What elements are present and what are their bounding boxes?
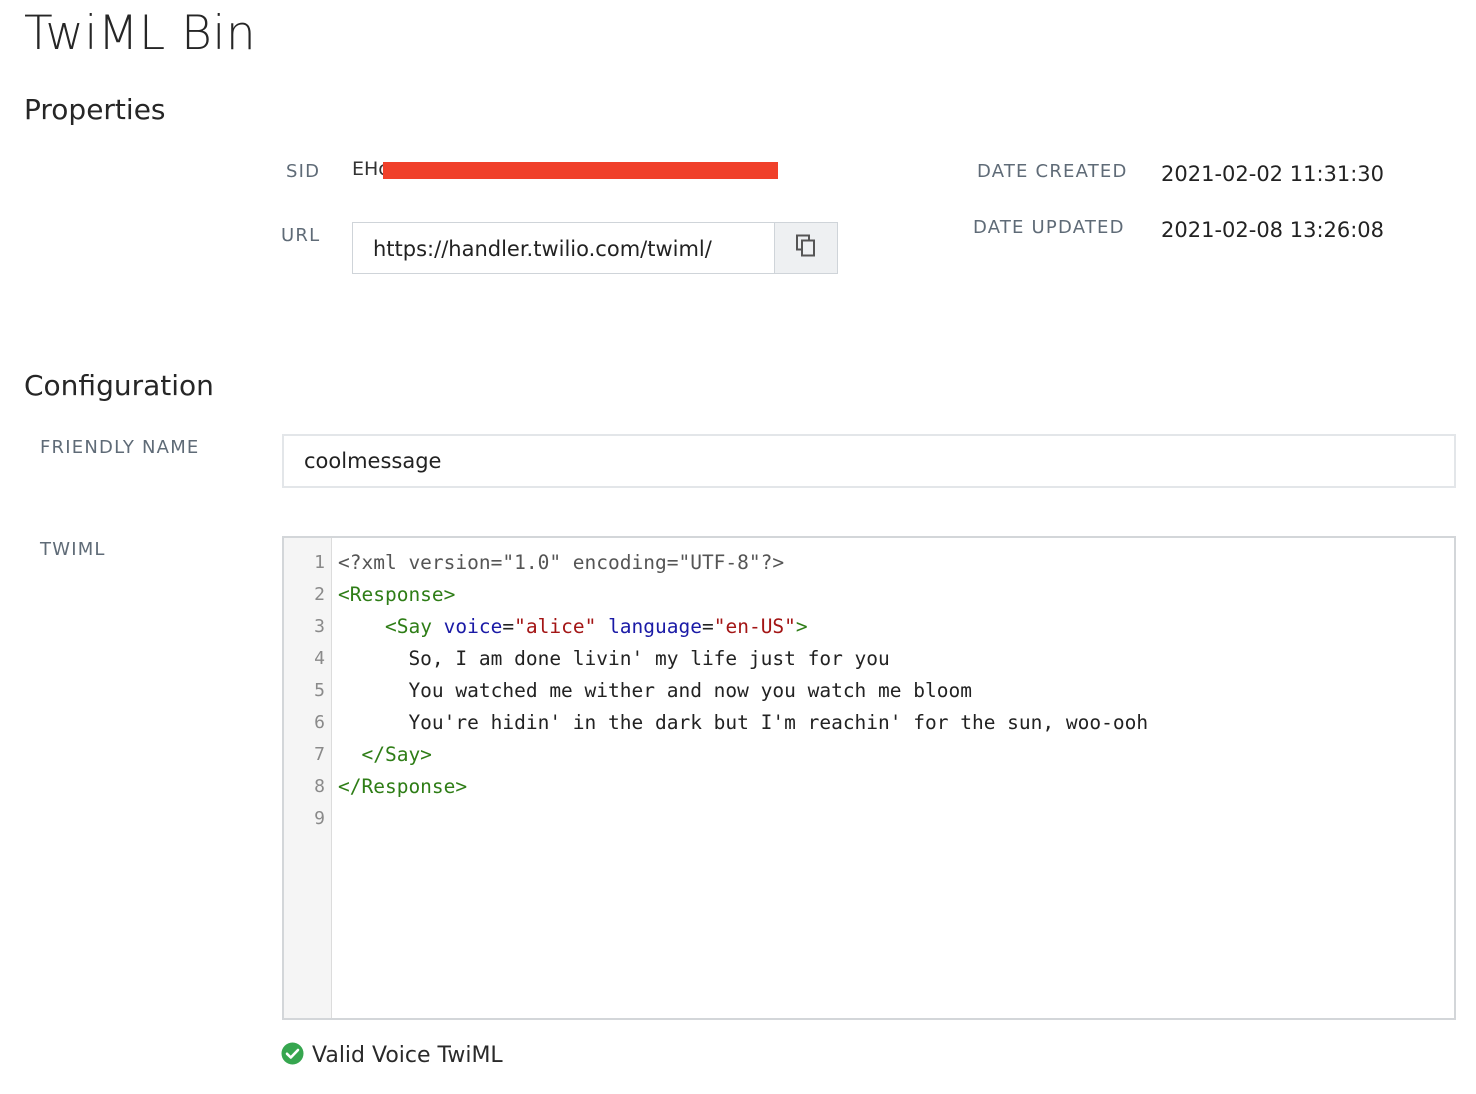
- line-number: 2: [314, 584, 325, 605]
- twiml-label: TWIML: [40, 539, 106, 560]
- url-value[interactable]: https://handler.twilio.com/twiml/: [353, 223, 774, 273]
- url-field: https://handler.twilio.com/twiml/: [352, 222, 838, 274]
- code-token: So, I am done livin' my life just for yo…: [338, 647, 890, 670]
- code-token: voice: [443, 615, 503, 638]
- friendly-name-input[interactable]: [282, 434, 1456, 488]
- line-number: 8: [314, 776, 325, 797]
- code-line: <?xml version="1.0" encoding="UTF-8"?>: [338, 547, 1454, 579]
- code-token: language: [608, 615, 702, 638]
- redaction-bar: [383, 162, 778, 179]
- code-line: So, I am done livin' my life just for yo…: [338, 643, 1454, 675]
- code-area[interactable]: <?xml version="1.0" encoding="UTF-8"?> <R…: [332, 538, 1454, 1018]
- line-number-gutter: 1 2 3 4 5 6 7 8 9: [284, 538, 332, 1018]
- configuration-heading: Configuration: [24, 369, 214, 402]
- code-token: =: [701, 615, 714, 638]
- code-line: </Say>: [338, 739, 1454, 771]
- line-number: 6: [314, 712, 325, 733]
- line-number: 3: [314, 616, 325, 637]
- code-token: <Say: [384, 615, 444, 638]
- code-token: </Say>: [361, 743, 432, 766]
- date-updated-label: DATE UPDATED: [973, 217, 1125, 238]
- code-line: </Response>: [338, 771, 1454, 803]
- copy-url-button[interactable]: [774, 223, 837, 273]
- code-line: <Say voice="alice" language="en-US">: [338, 611, 1454, 643]
- date-updated-value: 2021-02-08 13:26:08: [1161, 218, 1385, 242]
- page-title: TwiML Bin: [24, 6, 257, 61]
- code-line: You watched me wither and now you watch …: [338, 675, 1454, 707]
- url-label: URL: [281, 225, 321, 246]
- sid-label: SID: [286, 161, 321, 182]
- line-number: 4: [314, 648, 325, 669]
- date-created-label: DATE CREATED: [977, 161, 1128, 182]
- date-created-value: 2021-02-02 11:31:30: [1161, 162, 1385, 186]
- code-token: </Response>: [338, 775, 468, 798]
- code-token: "alice": [514, 615, 597, 638]
- code-line: <Response>: [338, 579, 1454, 611]
- properties-heading: Properties: [24, 93, 166, 126]
- twiml-code-editor[interactable]: 1 2 3 4 5 6 7 8 9 <?xml version="1.0" encoding="…: [282, 536, 1456, 1020]
- code-token: You're hidin' in the dark but I'm reachi…: [338, 711, 1149, 734]
- friendly-name-label: FRIENDLY NAME: [40, 437, 200, 458]
- line-number: 1: [314, 552, 325, 573]
- validation-status-text: Valid Voice TwiML: [312, 1043, 503, 1068]
- code-token: >: [795, 615, 808, 638]
- code-token: "en-US": [713, 615, 796, 638]
- line-number: 7: [314, 744, 325, 765]
- line-number: 5: [314, 680, 325, 701]
- code-token: <Response>: [338, 583, 456, 606]
- code-token: =: [502, 615, 515, 638]
- code-token: <?xml version="1.0" encoding="UTF-8"?>: [338, 551, 785, 574]
- copy-icon: [795, 234, 817, 262]
- code-token: You watched me wither and now you watch …: [338, 679, 972, 702]
- check-circle-icon: [281, 1042, 304, 1069]
- line-number: 9: [314, 808, 325, 829]
- code-line: You're hidin' in the dark but I'm reachi…: [338, 707, 1454, 739]
- validation-status: Valid Voice TwiML: [281, 1042, 503, 1069]
